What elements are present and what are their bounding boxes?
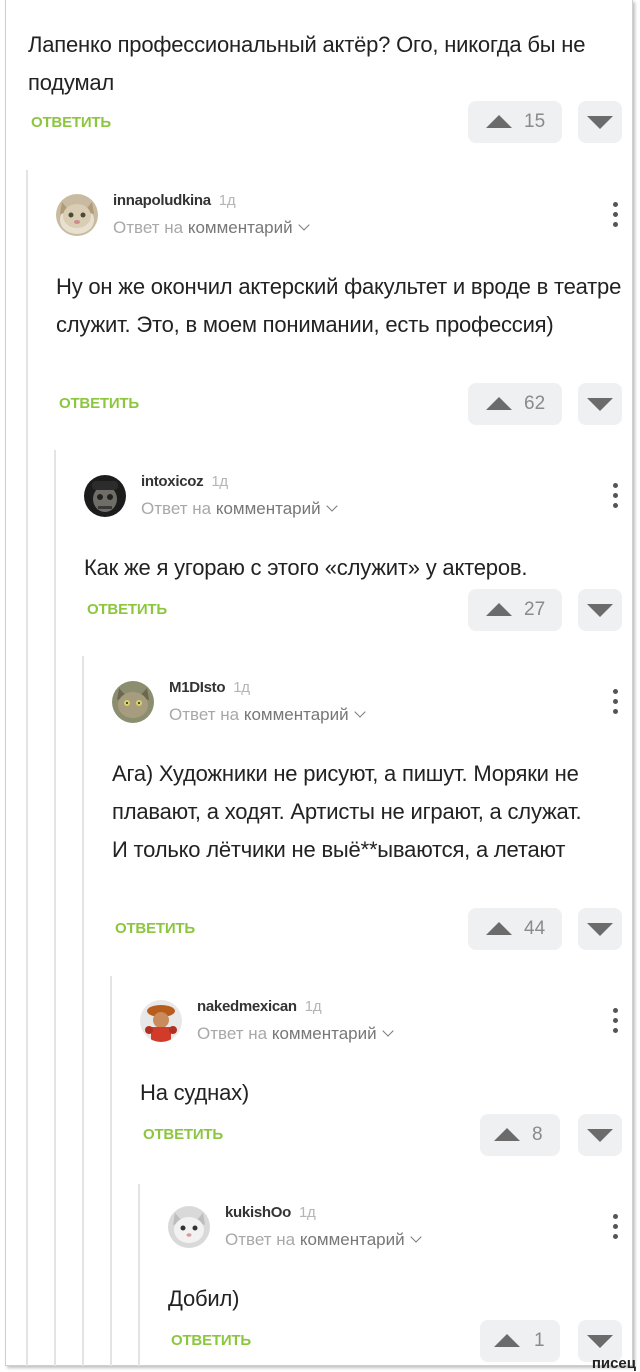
reply-button[interactable]: ОТВЕТИТЬ: [171, 1332, 251, 1349]
comment-age: 1д: [218, 192, 236, 209]
triangle-up-icon: [486, 922, 512, 935]
comment-age: 1д: [233, 679, 250, 696]
chevron-down-icon: [297, 219, 310, 231]
comments-thread: Лапенко профессиональный актёр? Ого, ник…: [5, 0, 633, 1366]
upvote-button[interactable]: 44: [468, 908, 562, 950]
kebab-menu-icon[interactable]: [612, 689, 618, 719]
vote-count: 15: [524, 111, 546, 132]
triangle-down-icon: [587, 923, 613, 936]
triangle-up-icon: [486, 603, 512, 616]
downvote-button[interactable]: [578, 908, 622, 950]
chevron-down-icon: [409, 1231, 422, 1243]
comment-text: Добил): [168, 1286, 240, 1311]
kebab-menu-icon[interactable]: [612, 1008, 618, 1038]
comment-age: 1д: [304, 998, 322, 1015]
kebab-menu-icon[interactable]: [612, 1214, 618, 1244]
triangle-up-icon: [486, 397, 512, 410]
reply-to-link[interactable]: Ответ на комментарий: [169, 705, 366, 725]
reply-comment: nakedmexican 1д Ответ на комментарий На с…: [140, 998, 626, 1163]
thread-line-2: [54, 450, 56, 1366]
avatar[interactable]: [140, 1000, 182, 1042]
comment-text: Лапенко профессиональный актёр? Ого, ник…: [28, 32, 586, 95]
reply-to-link[interactable]: Ответ на комментарий: [141, 499, 338, 519]
triangle-down-icon: [587, 604, 613, 617]
triangle-up-icon: [494, 1334, 520, 1347]
username-text: innapoludkina: [113, 192, 211, 209]
reply-button[interactable]: ОТВЕТИТЬ: [59, 395, 139, 412]
username[interactable]: M1DIsto 1д: [169, 679, 250, 696]
avatar[interactable]: [168, 1206, 210, 1248]
triangle-down-icon: [587, 1129, 613, 1142]
reply-to-prefix: Ответ на: [197, 1024, 268, 1043]
comment-text: Как же я угораю с этого «служит» у актер…: [84, 555, 528, 580]
triangle-down-icon: [587, 398, 613, 411]
thread-line-4: [110, 976, 112, 1366]
downvote-button[interactable]: [578, 1114, 622, 1156]
username[interactable]: kukishOo 1д: [225, 1204, 316, 1221]
reply-comment: kukishOo 1д Ответ на комментарий Добил) О…: [168, 1204, 626, 1364]
upvote-button[interactable]: 27: [468, 589, 562, 631]
vote-count: 1: [534, 1330, 545, 1351]
avatar[interactable]: [112, 681, 154, 723]
reply-comment: M1DIsto 1д Ответ на комментарий Ага) Худо…: [112, 679, 626, 969]
reply-to-target: комментарий: [215, 499, 321, 518]
reply-button[interactable]: ОТВЕТИТЬ: [115, 920, 195, 937]
reply-button[interactable]: ОТВЕТИТЬ: [143, 1126, 223, 1143]
upvote-button[interactable]: 62: [468, 383, 562, 425]
triangle-up-icon: [486, 115, 512, 128]
vote-count: 27: [524, 599, 546, 620]
comment-text: Ну он же окончил актерский факультет и в…: [56, 274, 622, 337]
comment-text: На суднах): [140, 1080, 250, 1105]
chevron-down-icon: [381, 1025, 394, 1037]
watermark-text: писец: [591, 1355, 636, 1372]
username-text: kukishOo: [225, 1204, 291, 1221]
chevron-down-icon: [353, 706, 366, 718]
triangle-down-icon: [587, 116, 613, 129]
username-text: nakedmexican: [197, 998, 297, 1015]
reply-to-prefix: Ответ на: [113, 218, 184, 237]
reply-to-link[interactable]: Ответ на комментарий: [113, 218, 310, 238]
vote-count: 8: [532, 1124, 543, 1145]
username-text: M1DIsto: [169, 679, 226, 696]
triangle-up-icon: [494, 1128, 520, 1141]
vote-count: 62: [524, 393, 546, 414]
comment-age: 1д: [298, 1204, 316, 1221]
thread-line-5: [138, 1184, 140, 1366]
kebab-menu-icon[interactable]: [612, 202, 618, 232]
upvote-button[interactable]: 1: [480, 1320, 560, 1362]
upvote-button[interactable]: 15: [468, 101, 562, 143]
vote-count: 44: [524, 918, 546, 939]
username-text: intoxicoz: [141, 473, 204, 490]
chevron-down-icon: [325, 500, 338, 512]
reply-button[interactable]: ОТВЕТИТЬ: [31, 114, 111, 131]
username[interactable]: nakedmexican 1д: [197, 998, 322, 1015]
reply-to-target: комментарий: [299, 1230, 405, 1249]
triangle-down-icon: [587, 1335, 613, 1348]
downvote-button[interactable]: [578, 101, 622, 143]
reply-to-prefix: Ответ на: [169, 705, 240, 724]
kebab-menu-icon[interactable]: [612, 483, 618, 513]
downvote-button[interactable]: [578, 383, 622, 425]
avatar[interactable]: [56, 194, 98, 236]
reply-to-target: комментарий: [187, 218, 293, 237]
reply-to-link[interactable]: Ответ на комментарий: [197, 1024, 394, 1044]
comment-text: Ага) Художники не рисуют, а пишут. Моряк…: [112, 761, 582, 862]
reply-to-target: комментарий: [271, 1024, 377, 1043]
downvote-button[interactable]: [578, 589, 622, 631]
thread-line-3: [82, 656, 84, 1366]
reply-button[interactable]: ОТВЕТИТЬ: [87, 601, 167, 618]
avatar[interactable]: [84, 475, 126, 517]
comment-age: 1д: [211, 473, 228, 490]
reply-to-prefix: Ответ на: [225, 1230, 296, 1249]
reply-comment: innapoludkina 1д Ответ на комментарий Ну …: [56, 192, 626, 432]
reply-to-target: комментарий: [243, 705, 349, 724]
username[interactable]: intoxicoz 1д: [141, 473, 228, 490]
username[interactable]: innapoludkina 1д: [113, 192, 236, 209]
reply-comment: intoxicoz 1д Ответ на комментарий Как же …: [84, 473, 626, 643]
reply-to-prefix: Ответ на: [141, 499, 212, 518]
reply-to-link[interactable]: Ответ на комментарий: [225, 1230, 422, 1250]
root-comment: Лапенко профессиональный актёр? Ого, ник…: [28, 0, 628, 160]
thread-line-1: [26, 170, 28, 1366]
upvote-button[interactable]: 8: [480, 1114, 560, 1156]
